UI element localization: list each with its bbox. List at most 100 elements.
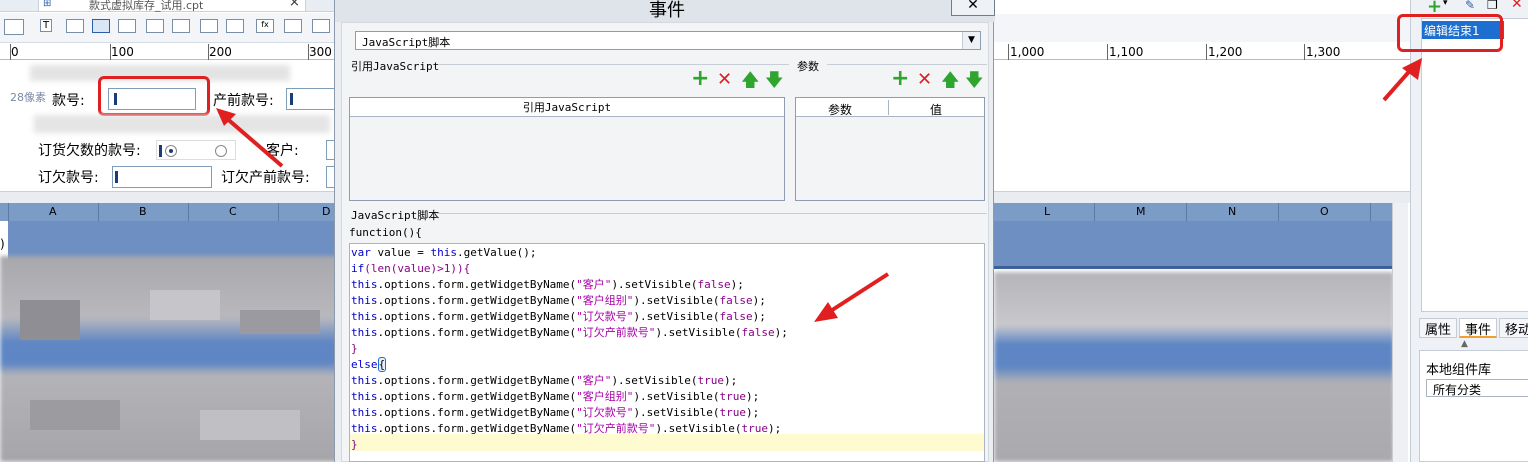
delete-icon[interactable]: ✕ xyxy=(1511,0,1523,12)
checkbox-icon[interactable] xyxy=(226,19,244,33)
row-header: ) xyxy=(0,237,5,251)
col-header: D xyxy=(322,205,331,218)
code-token: ); xyxy=(752,310,766,323)
event-dialog: 事件 ✕ JavaScript脚本 ▼ 引用JavaScript + ✕ 🡅 🡇… xyxy=(334,0,995,462)
edit-icon[interactable]: ✎ xyxy=(1465,0,1475,12)
dialog-close-button[interactable]: ✕ xyxy=(951,0,995,16)
annotation-arrow-left xyxy=(216,108,284,168)
component-library: 本地组件库 所有分类 xyxy=(1419,350,1528,462)
tab-move[interactable]: 移动 xyxy=(1499,318,1528,338)
chevron-down-icon[interactable]: ▾ xyxy=(1443,0,1448,8)
label-icon[interactable] xyxy=(66,19,84,33)
event-list: 编辑结束1 xyxy=(1421,18,1528,312)
add-icon[interactable]: + xyxy=(691,66,709,91)
code-token: this xyxy=(351,422,378,435)
ruler-left: 0 100 200 300 xyxy=(0,44,340,60)
ref-js-group-label: 引用JavaScript xyxy=(351,60,440,73)
combo-icon[interactable] xyxy=(118,19,136,33)
code-token: .options.form.getWidgetByName( xyxy=(377,422,577,435)
owed-no-input[interactable] xyxy=(112,166,212,188)
column-header: 值 xyxy=(930,103,943,117)
column-header: 参数 xyxy=(828,103,853,117)
ruler-right: 1,000 1,100 1,200 1,300 xyxy=(994,44,1410,60)
code-token: { xyxy=(377,357,387,372)
sheet-col-header-right: L M N O xyxy=(994,203,1394,221)
frame-icon[interactable] xyxy=(312,19,330,33)
code-token: ).setVisible( xyxy=(633,310,720,323)
vertical-scrollbar[interactable] xyxy=(1392,203,1408,462)
tab-properties[interactable]: 属性 xyxy=(1419,318,1457,338)
code-token: false xyxy=(741,326,775,339)
move-up-icon[interactable]: 🡅 xyxy=(941,68,960,98)
formula-icon[interactable]: fx xyxy=(256,19,274,33)
code-line: this.options.form.getWidgetByName("客户").… xyxy=(351,277,788,293)
ref-js-actions: + ✕ 🡅 🡇 xyxy=(691,66,787,92)
field-label-owed-no: 订欠款号: xyxy=(38,170,99,186)
move-up-icon[interactable]: 🡅 xyxy=(741,68,760,98)
col-header: A xyxy=(49,205,57,218)
copy-icon[interactable]: ❐ xyxy=(1487,0,1498,12)
add-icon[interactable]: + xyxy=(891,66,909,91)
panel-tabs: 属性 事件 移动 xyxy=(1419,316,1528,338)
code-token: ).setVisible( xyxy=(633,406,720,419)
code-token: ); xyxy=(746,390,760,403)
event-type-value: JavaScript脚本 xyxy=(362,36,451,49)
script-group-label: JavaScript脚本 xyxy=(351,209,440,222)
code-token: "订欠款号" xyxy=(576,406,634,419)
col-header: N xyxy=(1228,205,1237,218)
tab-events[interactable]: 事件 xyxy=(1459,318,1497,338)
text-icon[interactable]: T xyxy=(40,19,53,32)
code-token: ).setVisible( xyxy=(655,326,742,339)
form-new-icon[interactable] xyxy=(4,19,24,35)
code-token: this xyxy=(430,246,457,259)
pre-style-no-input[interactable] xyxy=(286,88,340,110)
close-icon: ✕ xyxy=(967,0,979,13)
code-token: ).setVisible( xyxy=(655,422,742,435)
params-actions: + ✕ 🡅 🡇 xyxy=(891,66,987,92)
editor-tab[interactable]: ⊞ 款式虚拟库存_试用.cpt × xyxy=(38,0,306,12)
code-token: this xyxy=(351,278,378,291)
move-down-icon[interactable]: 🡇 xyxy=(765,68,784,98)
chevron-down-icon[interactable]: ▼ xyxy=(962,32,980,49)
params-table-header: 参数 值 xyxy=(796,98,984,117)
code-token: if xyxy=(351,262,365,275)
box-icon[interactable] xyxy=(92,19,110,33)
tab-label: 属性 xyxy=(1424,323,1451,338)
close-icon[interactable]: × xyxy=(289,0,300,10)
code-token: var xyxy=(351,246,371,259)
number-icon[interactable] xyxy=(172,19,190,33)
code-token: ); xyxy=(746,406,760,419)
code-token: .options.form.getWidgetByName( xyxy=(377,406,577,419)
right-canvas: 1,000 1,100 1,200 1,300 L M N O xyxy=(994,0,1410,462)
delete-icon[interactable]: ✕ xyxy=(717,69,732,90)
code-token: "订欠款号" xyxy=(576,310,634,323)
ref-js-table: 引用JavaScript xyxy=(349,97,785,201)
code-token: .options.form.getWidgetByName( xyxy=(377,310,577,323)
move-down-icon[interactable]: 🡇 xyxy=(965,68,984,98)
image-icon[interactable] xyxy=(284,19,302,33)
dialog-titlebar: 事件 ✕ xyxy=(335,0,995,22)
code-line: } xyxy=(351,437,788,453)
date-icon[interactable] xyxy=(200,19,218,33)
code-token: this xyxy=(351,326,378,339)
category-select[interactable]: 所有分类 xyxy=(1426,379,1528,397)
tab-label: 事件 xyxy=(1464,323,1491,338)
code-token: ).setVisible( xyxy=(633,294,720,307)
code-token: "订欠产前款号" xyxy=(576,326,656,339)
collapse-arrow-icon[interactable]: ▲ xyxy=(1461,339,1468,349)
event-type-select[interactable]: JavaScript脚本 ▼ xyxy=(355,31,981,50)
list-icon[interactable] xyxy=(146,19,164,33)
code-line: this.options.form.getWidgetByName("订欠产前款… xyxy=(351,421,788,437)
code-token: false xyxy=(697,278,731,291)
annotation-arrow-code xyxy=(814,272,890,322)
code-token: .options.form.getWidgetByName( xyxy=(377,294,577,307)
code-token: true xyxy=(741,422,769,435)
code-token: .options.form.getWidgetByName( xyxy=(377,390,577,403)
code-line: } xyxy=(351,341,788,357)
code-token: "订欠产前款号" xyxy=(576,422,656,435)
col-header: C xyxy=(229,205,237,218)
code-token: ); xyxy=(768,422,782,435)
code-line: this.options.form.getWidgetByName("客户组别"… xyxy=(351,293,788,309)
delete-icon[interactable]: ✕ xyxy=(917,69,932,90)
dialog-title: 事件 xyxy=(649,0,685,21)
